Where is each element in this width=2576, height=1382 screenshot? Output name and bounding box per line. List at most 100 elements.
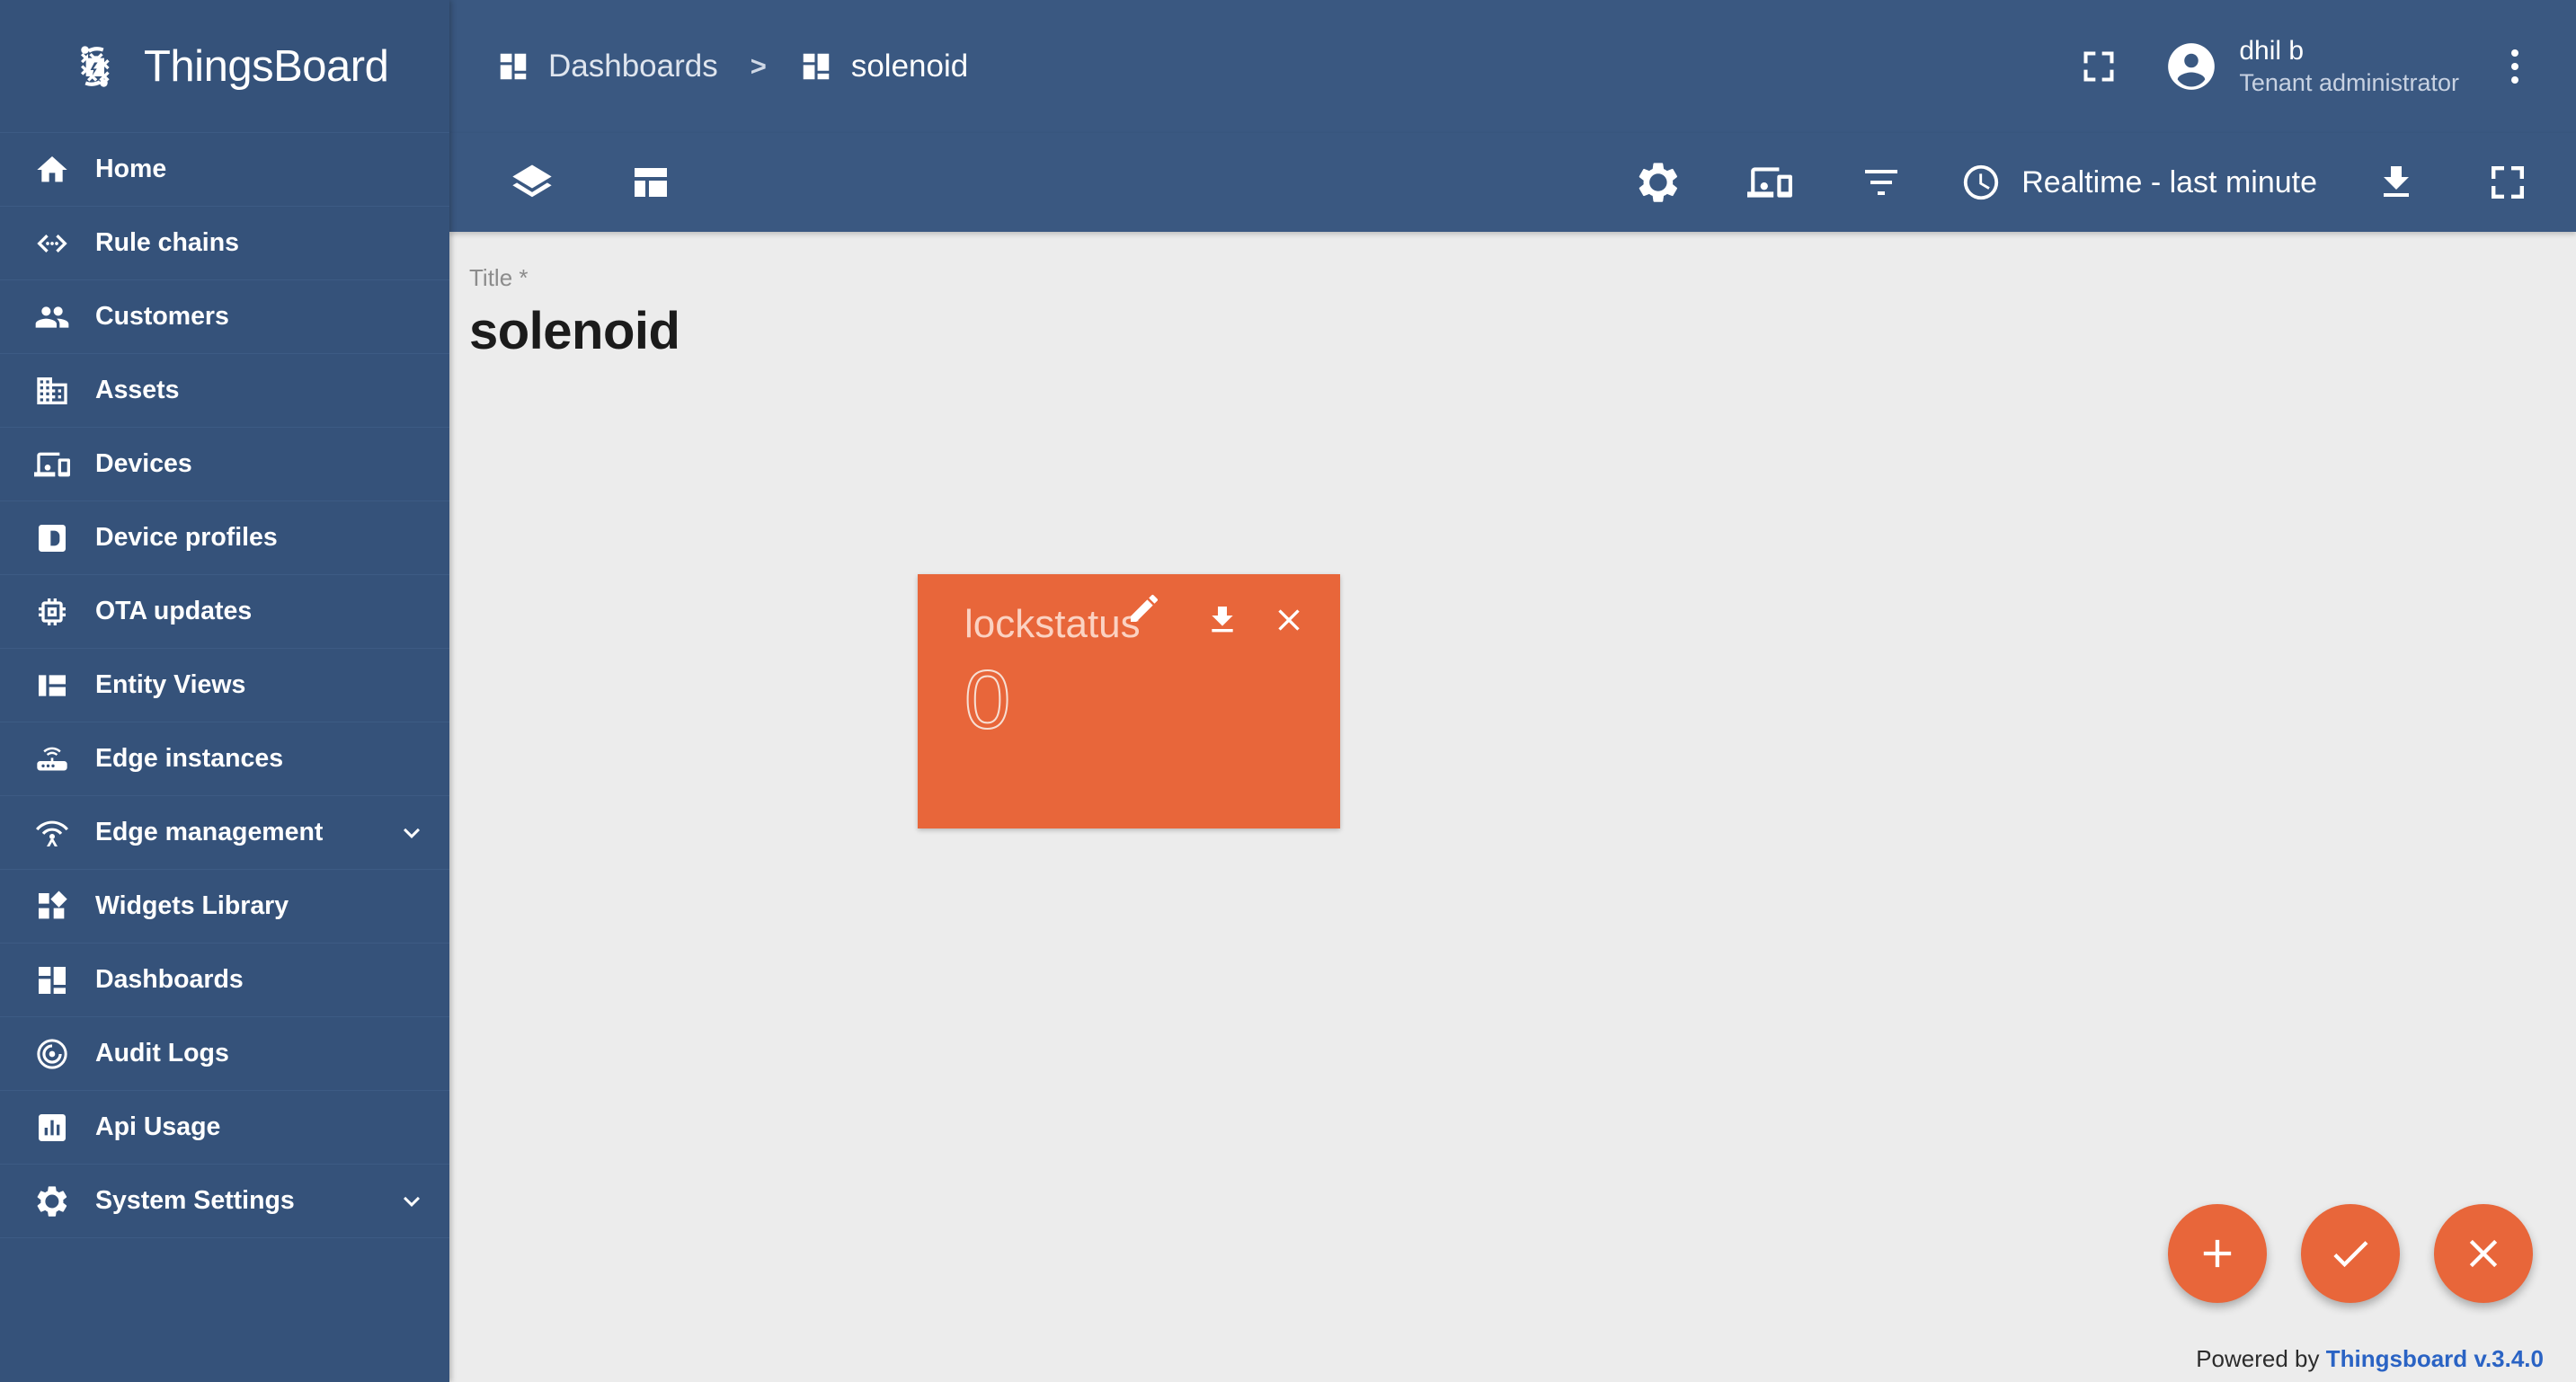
user-info: dhil b Tenant administrator	[2239, 35, 2459, 98]
chevron-down-icon[interactable]	[395, 1185, 428, 1218]
user-name: dhil b	[2239, 36, 2305, 66]
audit-logs-icon	[32, 1034, 72, 1074]
pencil-icon[interactable]	[1126, 590, 1162, 626]
sidebar: ThingsBoard Home Rule chains Customers A…	[0, 0, 449, 1382]
sidebar-item-rule-chains[interactable]: Rule chains	[0, 207, 449, 280]
filter-icon[interactable]	[1849, 150, 1914, 215]
sidebar-item-label: System Settings	[95, 1186, 295, 1215]
device-states-icon[interactable]	[1737, 150, 1802, 215]
sidebar-item-label: Customers	[95, 302, 229, 331]
system-settings-icon	[32, 1182, 72, 1221]
sidebar-item-label: Widgets Library	[95, 891, 289, 920]
dashboard-toolbar: Realtime - last minute	[449, 133, 2576, 232]
floating-action-buttons	[2168, 1204, 2533, 1303]
topbar: Dashboards > solenoid dhil b Tenant admi…	[449, 0, 2576, 133]
home-icon	[32, 150, 72, 190]
assets-icon	[32, 371, 72, 411]
clock-icon	[1960, 162, 2002, 203]
close-icon[interactable]	[1270, 601, 1308, 639]
timerange-button[interactable]: Realtime - last minute	[1960, 162, 2317, 203]
sidebar-item-widgets-library[interactable]: Widgets Library	[0, 870, 449, 943]
sidebar-item-system-settings[interactable]: System Settings	[0, 1165, 449, 1238]
title-label: Title *	[469, 264, 529, 291]
sidebar-item-api-usage[interactable]: Api Usage	[0, 1091, 449, 1165]
add-widget-button[interactable]	[2168, 1204, 2267, 1303]
sidebar-item-label: Edge management	[95, 818, 324, 846]
sidebar-item-label: Rule chains	[95, 228, 239, 257]
kebab-menu-icon[interactable]	[2490, 34, 2540, 99]
brand-name: ThingsBoard	[144, 41, 389, 91]
sidebar-item-label: Home	[95, 155, 167, 183]
footer-prefix: Powered by	[2196, 1345, 2326, 1372]
chevron-down-icon[interactable]	[395, 817, 428, 849]
sidebar-nav: Home Rule chains Customers Assets Device…	[0, 133, 449, 1382]
footer: Powered by Thingsboard v.3.4.0	[2196, 1345, 2544, 1373]
download-icon[interactable]	[1204, 601, 1241, 639]
sidebar-item-assets[interactable]: Assets	[0, 354, 449, 428]
dashboard-toolbar-left	[500, 150, 683, 215]
apply-changes-button[interactable]	[2301, 1204, 2400, 1303]
rule-chains-icon	[32, 224, 72, 263]
sidebar-item-label: Devices	[95, 449, 192, 478]
dashboards-icon	[32, 961, 72, 1000]
sidebar-item-entity-views[interactable]: Entity Views	[0, 649, 449, 722]
sidebar-item-audit-logs[interactable]: Audit Logs	[0, 1017, 449, 1091]
sidebar-item-customers[interactable]: Customers	[0, 280, 449, 354]
fullscreen-icon[interactable]	[2066, 34, 2131, 99]
widgets-library-icon	[32, 887, 72, 926]
ota-updates-icon	[32, 592, 72, 632]
sidebar-item-label: Entity Views	[95, 670, 246, 699]
sidebar-item-label: Assets	[95, 376, 180, 404]
sidebar-item-label: Audit Logs	[95, 1039, 229, 1068]
user-role: Tenant administrator	[2239, 68, 2459, 96]
fullscreen-icon[interactable]	[2475, 150, 2540, 215]
devices-icon	[32, 445, 72, 484]
breadcrumb: Dashboards > solenoid	[496, 49, 968, 84]
widget-title: lockstatus	[964, 602, 1141, 646]
device-profiles-icon	[32, 518, 72, 558]
sidebar-item-edge-management[interactable]: Edge management	[0, 796, 449, 870]
sidebar-item-ota-updates[interactable]: OTA updates	[0, 575, 449, 649]
account-circle-icon	[2163, 39, 2219, 94]
cancel-changes-button[interactable]	[2434, 1204, 2533, 1303]
sidebar-item-label: Api Usage	[95, 1112, 221, 1141]
topbar-actions: dhil b Tenant administrator	[2066, 34, 2540, 99]
dashboard-content: Title * solenoid lockstatus 0 Powered by…	[449, 232, 2576, 1382]
api-usage-icon	[32, 1108, 72, 1147]
timerange-label: Realtime - last minute	[2021, 164, 2317, 199]
sidebar-item-dashboards[interactable]: Dashboards	[0, 943, 449, 1017]
thingsboard-logo-icon	[65, 37, 124, 96]
layers-icon[interactable]	[500, 150, 564, 215]
dashboard-layout-icon[interactable]	[618, 150, 683, 215]
sidebar-item-label: Device profiles	[95, 523, 278, 552]
footer-link[interactable]: Thingsboard v.3.4.0	[2326, 1345, 2544, 1372]
sidebar-item-edge-instances[interactable]: Edge instances	[0, 722, 449, 796]
sidebar-item-device-profiles[interactable]: Device profiles	[0, 501, 449, 575]
sidebar-item-label: Dashboards	[95, 965, 244, 994]
edge-instances-icon	[32, 740, 72, 779]
dashboard-title-block: Title * solenoid	[449, 232, 2576, 361]
widget-value: 0	[964, 654, 1011, 746]
user-menu[interactable]: dhil b Tenant administrator	[2154, 35, 2459, 98]
app-root: ThingsBoard Home Rule chains Customers A…	[0, 0, 2576, 1382]
customers-icon	[32, 297, 72, 337]
entity-views-icon	[32, 666, 72, 705]
brand[interactable]: ThingsBoard	[0, 0, 449, 133]
main-area: Dashboards > solenoid dhil b Tenant admi…	[449, 0, 2576, 1382]
widget-actions	[1204, 601, 1308, 639]
sidebar-item-label: OTA updates	[95, 597, 253, 625]
breadcrumb-current: solenoid	[850, 49, 969, 84]
sidebar-item-label: Edge instances	[95, 744, 284, 773]
sidebar-item-home[interactable]: Home	[0, 133, 449, 207]
widget-card-lockstatus[interactable]: lockstatus 0	[918, 574, 1340, 828]
gear-icon[interactable]	[1626, 150, 1691, 215]
widget-header: lockstatus	[918, 574, 1340, 644]
breadcrumb-current-icon	[799, 49, 833, 84]
breadcrumb-dashboards-icon	[496, 49, 530, 84]
sidebar-item-devices[interactable]: Devices	[0, 428, 449, 501]
edge-management-icon	[32, 813, 72, 853]
title-value[interactable]: solenoid	[469, 301, 2576, 361]
breadcrumb-separator: >	[750, 50, 767, 82]
breadcrumb-parent[interactable]: Dashboards	[548, 49, 718, 84]
download-icon[interactable]	[2364, 150, 2429, 215]
